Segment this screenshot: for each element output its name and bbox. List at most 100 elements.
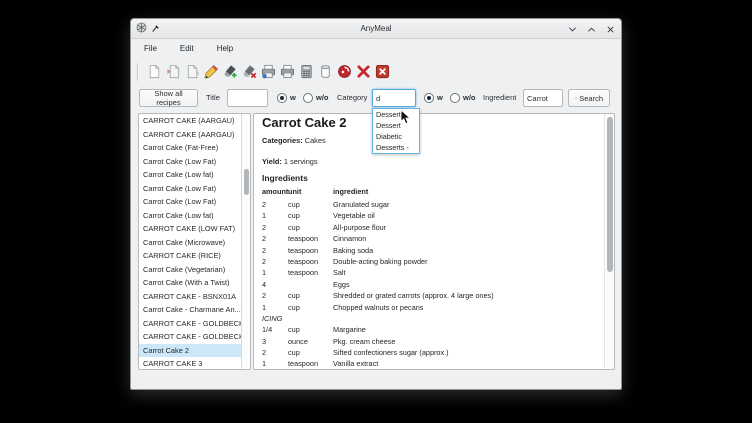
categories-value: Cakes: [305, 136, 326, 145]
ingredient-cell-amount: 1: [262, 267, 288, 278]
red-cross-icon: [356, 64, 371, 79]
ingredient-cell-unit: cup: [288, 199, 333, 210]
list-item[interactable]: CARROT CAKE (RICE): [139, 249, 241, 263]
ingredient-cell-amount: 3: [262, 336, 288, 347]
ingredient-cell-amount: 1: [262, 358, 288, 369]
ingredient-cell-ingredient: Granulated sugar: [333, 199, 598, 210]
list-item[interactable]: CARROT CAKE (LOW FAT): [139, 222, 241, 236]
ingredient-cell-ingredient: Vegetable oil: [333, 210, 598, 221]
ingredient-cell-amount: 1/4: [262, 324, 288, 335]
edit-recipe-button[interactable]: [202, 61, 221, 83]
list-item[interactable]: CARROT CAKE (AARGAU): [139, 128, 241, 142]
ingredient-cell-amount: 2: [262, 199, 288, 210]
quit-button[interactable]: [373, 61, 392, 83]
add-recipe-button[interactable]: [221, 61, 240, 83]
ingredient-row: 2cupGranulated sugar: [262, 199, 598, 210]
search-button[interactable]: Search: [568, 89, 610, 107]
abort-red-circle-icon: [337, 64, 352, 79]
titlebar[interactable]: AnyMeal: [131, 19, 621, 39]
import-document-button[interactable]: [164, 61, 183, 83]
desktop-background: AnyMeal: [0, 0, 752, 423]
list-item[interactable]: Carrot Cake (Low fat): [139, 209, 241, 223]
ingredient-cell-amount: 2: [262, 233, 288, 244]
list-item[interactable]: Carrot Cake (Vegetarian): [139, 263, 241, 277]
dropdown-item[interactable]: Desserts: [373, 109, 419, 120]
ingredient-row: 1/4cupMargarine: [262, 324, 598, 335]
list-item[interactable]: Carrot Cake - Charmane An...: [139, 303, 241, 317]
calculator-button[interactable]: [297, 61, 316, 83]
ingredient-cell-unit: cup: [288, 210, 333, 221]
search-icon: [575, 94, 577, 103]
list-item[interactable]: CARROT CAKE - GOLDBECK: [139, 317, 241, 331]
category-without-radio[interactable]: [450, 93, 460, 103]
trash-button[interactable]: [316, 61, 335, 83]
list-item[interactable]: Carrot Cake (Fat-Free): [139, 141, 241, 155]
new-document-button[interactable]: [145, 61, 164, 83]
content-scrollbar-thumb[interactable]: [607, 117, 613, 272]
category-dropdown: DessertsDessertDiabeticDesserts -: [372, 108, 420, 154]
show-all-recipes-button[interactable]: Show all recipes: [139, 89, 198, 107]
export-document-button[interactable]: [183, 61, 202, 83]
ingredient-cell-ingredient: Cinnamon: [333, 233, 598, 244]
list-item[interactable]: Carrot Cake (Microwave): [139, 236, 241, 250]
category-with-radio[interactable]: [424, 93, 434, 103]
dropdown-item[interactable]: Desserts -: [373, 142, 419, 153]
title-filter-label: Title: [206, 89, 220, 107]
title-with-radio[interactable]: [277, 93, 287, 103]
remove-recipe-button[interactable]: [240, 61, 259, 83]
pin-icon[interactable]: [151, 20, 160, 38]
maximize-icon[interactable]: [586, 24, 596, 34]
minimize-icon[interactable]: [567, 24, 577, 34]
recipe-list-scrollbar[interactable]: [241, 114, 250, 369]
list-item[interactable]: CARROT CAKE (AARGAU): [139, 114, 241, 128]
ingredient-filter-input[interactable]: [523, 89, 563, 107]
abort-button[interactable]: [335, 61, 354, 83]
ingredient-cell-unit: teaspoon: [288, 233, 333, 244]
list-item[interactable]: Carrot Cake 2: [139, 344, 241, 358]
list-item[interactable]: Carrot Cake (Low fat): [139, 168, 241, 182]
printer-color-icon: [261, 64, 276, 79]
dropdown-item[interactable]: Diabetic: [373, 131, 419, 142]
list-item[interactable]: CARROT CAKE - BSNX01A: [139, 290, 241, 304]
title-without-radio[interactable]: [303, 93, 313, 103]
delete-button[interactable]: [354, 61, 373, 83]
recipe-list-panel: CARROT CAKE (AARGAU)CARROT CAKE (AARGAU)…: [138, 113, 251, 370]
list-item[interactable]: Carrot Cake (Low Fat): [139, 155, 241, 169]
edit-pencil-icon: [204, 64, 219, 79]
close-icon[interactable]: [605, 24, 615, 34]
ingredient-cell-unit: cup: [288, 290, 333, 301]
ingredient-cell-unit: teaspoon: [288, 358, 333, 369]
menu-file[interactable]: File: [141, 42, 160, 55]
ingredient-section-label: ICING: [262, 313, 598, 324]
ingredient-cell-ingredient: Double-acting baking powder: [333, 256, 598, 267]
ingredient-cell-unit: ounce: [288, 336, 333, 347]
header-unit: unit: [288, 186, 333, 199]
list-item[interactable]: Carrot Cake (With a Twist): [139, 276, 241, 290]
window-title: AnyMeal: [131, 24, 621, 33]
import-document-icon: [166, 64, 181, 79]
ingredient-row: 4Eggs: [262, 279, 598, 290]
title-filter-input[interactable]: [227, 89, 268, 107]
search-button-label: Search: [579, 94, 603, 103]
ingredient-row: 2teaspoonBaking soda: [262, 245, 598, 256]
list-item[interactable]: CARROT CAKE 3: [139, 357, 241, 370]
dropdown-item[interactable]: Dessert: [373, 120, 419, 131]
print-button[interactable]: [259, 61, 278, 83]
yield-value: 1 servings: [284, 157, 318, 166]
list-item[interactable]: CARROT CAKE - GOLDBECK: [139, 330, 241, 344]
header-ingredient: ingredient: [333, 186, 598, 199]
toolbar: [131, 58, 621, 85]
trash-jar-icon: [318, 64, 333, 79]
list-item[interactable]: Carrot Cake (Low Fat): [139, 195, 241, 209]
category-filter-input[interactable]: [372, 89, 416, 107]
print-preview-button[interactable]: [278, 61, 297, 83]
recipe-content-panel: Carrot Cake 2 Categories: Cakes Yield: 1…: [253, 113, 615, 370]
ingredients-table-header: amount unit ingredient: [262, 186, 598, 199]
menu-edit[interactable]: Edit: [177, 42, 197, 55]
recipe-list-scrollbar-thumb[interactable]: [244, 169, 249, 195]
ingredient-row: 2cupAll-purpose flour: [262, 222, 598, 233]
list-item[interactable]: Carrot Cake (Low Fat): [139, 182, 241, 196]
content-scrollbar[interactable]: [604, 114, 614, 369]
menu-help[interactable]: Help: [214, 42, 236, 55]
ingredient-cell-amount: 2: [262, 290, 288, 301]
